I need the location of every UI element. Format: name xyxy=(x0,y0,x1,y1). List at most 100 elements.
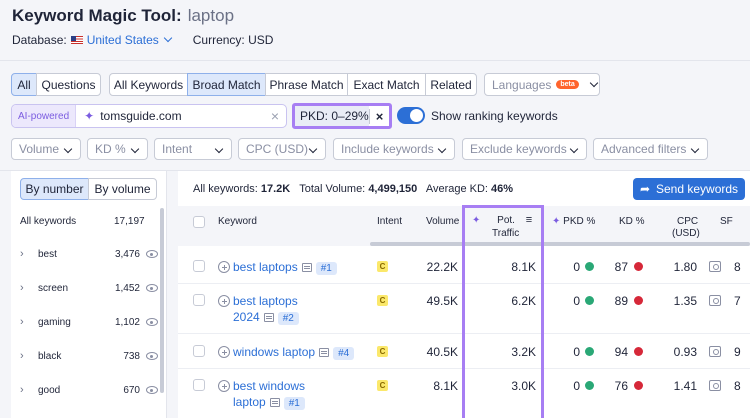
eye-icon[interactable] xyxy=(146,386,158,394)
kd-value: 89 xyxy=(614,294,628,308)
add-to-list-icon[interactable] xyxy=(218,346,230,358)
group-item[interactable]: › black 738 xyxy=(20,347,158,365)
kd-status-dot xyxy=(634,296,643,305)
rank-badge: #2 xyxy=(277,312,299,325)
keyword-text: best windows xyxy=(233,379,306,393)
serp-icon[interactable] xyxy=(709,380,721,391)
add-to-list-icon[interactable] xyxy=(218,295,230,307)
show-ranking-toggle[interactable] xyxy=(397,107,425,124)
database-row: Database: United States Currency: USD xyxy=(12,33,273,47)
col-intent[interactable]: Intent xyxy=(377,216,402,227)
intent-badge: C xyxy=(377,380,388,391)
row-checkbox[interactable] xyxy=(193,294,205,306)
cpc-value: 1.35 xyxy=(673,294,697,308)
languages-dropdown[interactable]: Languages beta xyxy=(484,73,600,96)
col-cpc-label-1[interactable]: CPC xyxy=(677,216,698,227)
filter-advanced[interactable]: Advanced filters xyxy=(593,138,708,160)
table-scroll-indicator[interactable] xyxy=(370,242,750,246)
avg-kd-value: 46% xyxy=(491,183,514,195)
add-to-list-icon[interactable] xyxy=(218,380,230,392)
keyword-link[interactable]: best windows laptop #1 xyxy=(218,378,305,410)
intent-badge: C xyxy=(377,346,388,357)
serp-icon[interactable] xyxy=(709,295,721,306)
group-count: 738 xyxy=(123,350,140,362)
keyword-link[interactable]: best laptops 2024 #2 xyxy=(218,293,299,325)
clear-icon[interactable]: × xyxy=(271,108,279,124)
pkd-filter-chip[interactable]: PKD: 0–29% × xyxy=(292,103,392,129)
pkd-value: 0 xyxy=(573,345,580,359)
chevron-down-icon xyxy=(63,144,73,154)
chevron-right-icon: › xyxy=(20,282,24,294)
tab-all-keywords[interactable]: All Keywords xyxy=(109,73,188,96)
tab-questions[interactable]: Questions xyxy=(36,73,101,96)
remove-filter-icon[interactable]: × xyxy=(369,108,389,124)
group-item[interactable]: › gaming 1,102 xyxy=(20,313,158,331)
tab-broad-match[interactable]: Broad Match xyxy=(187,73,266,96)
send-keywords-button[interactable]: ➦ Send keywords xyxy=(633,178,745,200)
eye-icon[interactable] xyxy=(146,250,158,258)
ai-domain-input[interactable]: AI-powered ✦ tomsguide.com × xyxy=(11,104,287,128)
group-item[interactable]: › screen 1,452 xyxy=(20,279,158,297)
rank-badge: #1 xyxy=(315,262,337,275)
col-keyword[interactable]: Keyword xyxy=(218,216,257,227)
keyword-text: best laptops xyxy=(233,260,298,274)
group-name: good xyxy=(38,384,61,396)
chevron-down-icon xyxy=(437,144,447,154)
tab-all[interactable]: All xyxy=(11,73,37,96)
filter-label: Intent xyxy=(162,142,193,156)
summary-bar: All keywords: 17.2K Total Volume: 4,499,… xyxy=(193,183,513,195)
pot-traffic-highlight xyxy=(462,205,544,418)
kd-value: 76 xyxy=(614,379,628,393)
tab-related[interactable]: Related xyxy=(425,73,477,96)
chevron-down-icon xyxy=(569,144,579,154)
keyword-link[interactable]: windows laptop #4 xyxy=(218,344,355,360)
sf-value: 8 xyxy=(734,379,741,393)
row-checkbox[interactable] xyxy=(193,260,205,272)
tab-exact-match[interactable]: Exact Match xyxy=(347,73,426,96)
chevron-down-icon xyxy=(163,33,172,43)
tab-phrase-match[interactable]: Phrase Match xyxy=(265,73,348,96)
add-to-list-icon[interactable] xyxy=(218,261,230,273)
filter-include-keywords[interactable]: Include keywords xyxy=(333,138,455,160)
keyword-text: windows laptop xyxy=(233,345,316,359)
serp-icon[interactable] xyxy=(709,346,721,357)
groups-scrollbar[interactable] xyxy=(160,208,164,393)
group-item[interactable]: › good 670 xyxy=(20,381,158,399)
eye-icon[interactable] xyxy=(146,352,158,360)
tool-name: Keyword Magic Tool: xyxy=(12,6,182,25)
group-count: 1,102 xyxy=(114,316,140,328)
filter-label: Volume xyxy=(19,142,60,156)
page-title: Keyword Magic Tool: laptop xyxy=(12,6,234,26)
database-selector[interactable]: United States xyxy=(70,33,172,47)
group-name: gaming xyxy=(38,316,71,328)
filter-cpc[interactable]: CPC (USD) xyxy=(238,138,326,160)
rank-badge: #4 xyxy=(333,347,355,360)
sort-by-volume[interactable]: By volume xyxy=(88,178,157,200)
sort-by-number[interactable]: By number xyxy=(20,178,89,200)
filter-volume[interactable]: Volume xyxy=(11,138,81,160)
group-count: 3,476 xyxy=(114,248,140,260)
col-pkd[interactable]: ✦ PKD % xyxy=(552,216,595,227)
chevron-down-icon xyxy=(589,78,599,87)
eye-icon[interactable] xyxy=(146,318,158,326)
chevron-down-icon xyxy=(130,144,140,154)
row-checkbox[interactable] xyxy=(193,379,205,391)
row-checkbox[interactable] xyxy=(193,345,205,357)
keyword-link[interactable]: best laptops #1 xyxy=(218,259,337,275)
sparkle-icon: ✦ xyxy=(84,109,95,123)
cpc-value: 1.41 xyxy=(673,379,697,393)
intent-badge: C xyxy=(377,295,388,306)
keyword-text-2: laptop xyxy=(233,395,266,409)
group-count: 1,452 xyxy=(114,282,140,294)
filter-exclude-keywords[interactable]: Exclude keywords xyxy=(462,138,587,160)
group-item[interactable]: › best 3,476 xyxy=(20,245,158,263)
serp-icon[interactable] xyxy=(709,261,721,272)
col-volume[interactable]: Volume xyxy=(426,216,459,227)
filter-kd[interactable]: KD % xyxy=(87,138,148,160)
col-sf[interactable]: SF xyxy=(720,216,733,227)
eye-icon[interactable] xyxy=(146,284,158,292)
filter-intent[interactable]: Intent xyxy=(154,138,232,160)
col-kd[interactable]: KD % xyxy=(619,216,645,227)
col-cpc-label-2: (USD) xyxy=(672,228,700,239)
select-all-checkbox[interactable] xyxy=(193,216,205,228)
